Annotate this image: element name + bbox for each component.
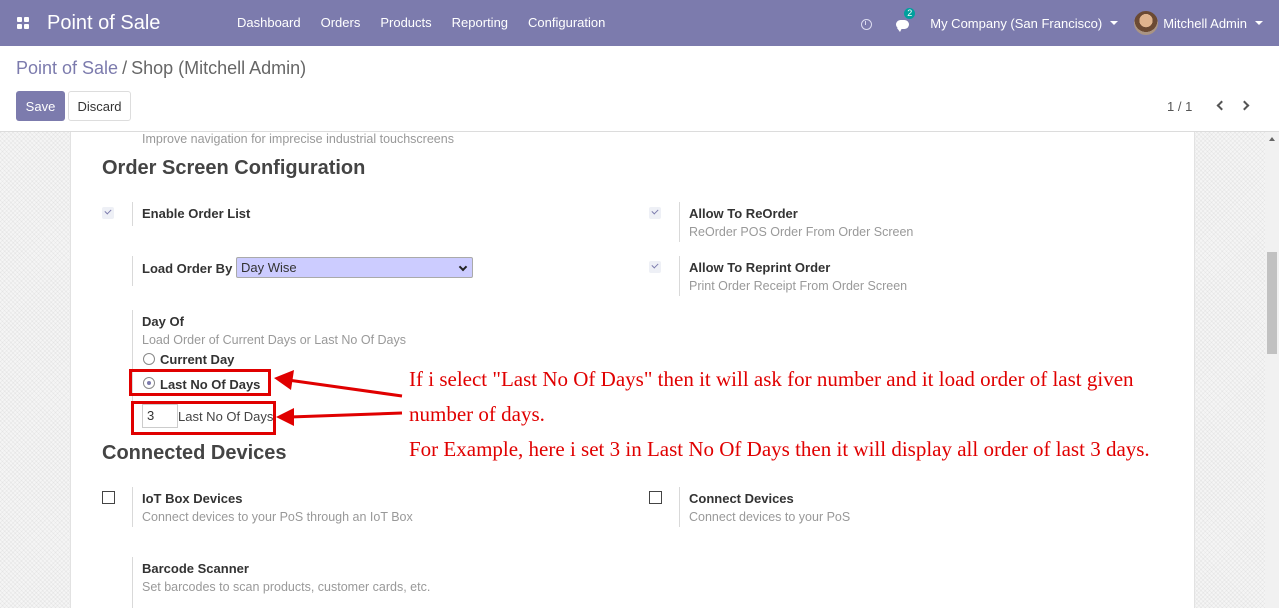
menu-dashboard[interactable]: Dashboard <box>227 0 311 46</box>
menu-products[interactable]: Products <box>370 0 441 46</box>
pager-next-icon[interactable] <box>1239 98 1254 114</box>
scroll-up-arrow-icon[interactable] <box>1269 137 1275 141</box>
user-name: Mitchell Admin <box>1163 15 1247 31</box>
breadcrumb-root[interactable]: Point of Sale <box>16 58 118 78</box>
annotation-line-2: number of days. <box>409 402 545 426</box>
avatar <box>1134 11 1159 35</box>
breadcrumb: Point of Sale / Shop (Mitchell Admin) <box>16 58 306 79</box>
menu-configuration[interactable]: Configuration <box>518 0 615 46</box>
save-button[interactable]: Save <box>16 91 65 121</box>
main-menu: Dashboard Orders Products Reporting Conf… <box>227 0 615 46</box>
scroll-thumb[interactable] <box>1267 252 1277 354</box>
company-name: My Company (San Francisco) <box>930 15 1103 31</box>
chat-icon[interactable]: 2 <box>882 7 922 32</box>
annotation-line-3: For Example, here i set 3 in Last No Of … <box>409 437 1150 461</box>
breadcrumb-current: Shop (Mitchell Admin) <box>131 58 307 78</box>
discard-button[interactable]: Discard <box>68 91 131 121</box>
annotation-line-1: If i select "Last No Of Days" then it wi… <box>409 367 1134 391</box>
chat-count-badge: 2 <box>904 7 916 19</box>
company-switcher[interactable]: My Company (San Francisco) <box>922 16 1134 31</box>
activity-clock-icon[interactable] <box>850 16 882 31</box>
pager-previous-icon[interactable] <box>1214 98 1228 114</box>
breadcrumb-separator: / <box>122 58 128 78</box>
user-caret-icon <box>1255 21 1263 25</box>
top-navbar: Point of Sale Dashboard Orders Products … <box>0 0 1279 46</box>
user-menu[interactable]: Mitchell Admin <box>1134 11 1279 35</box>
menu-orders[interactable]: Orders <box>311 0 371 46</box>
vertical-scrollbar[interactable] <box>1265 132 1279 608</box>
apps-menu-icon[interactable] <box>0 0 46 46</box>
app-title[interactable]: Point of Sale <box>47 12 227 35</box>
control-panel: Point of Sale / Shop (Mitchell Admin) Save… <box>0 46 1279 132</box>
pager-value: 1 / 1 <box>1167 99 1193 114</box>
form-content: Improve navigation for imprecise industr… <box>0 132 1265 608</box>
menu-reporting[interactable]: Reporting <box>442 0 518 46</box>
company-caret-icon <box>1110 21 1119 25</box>
